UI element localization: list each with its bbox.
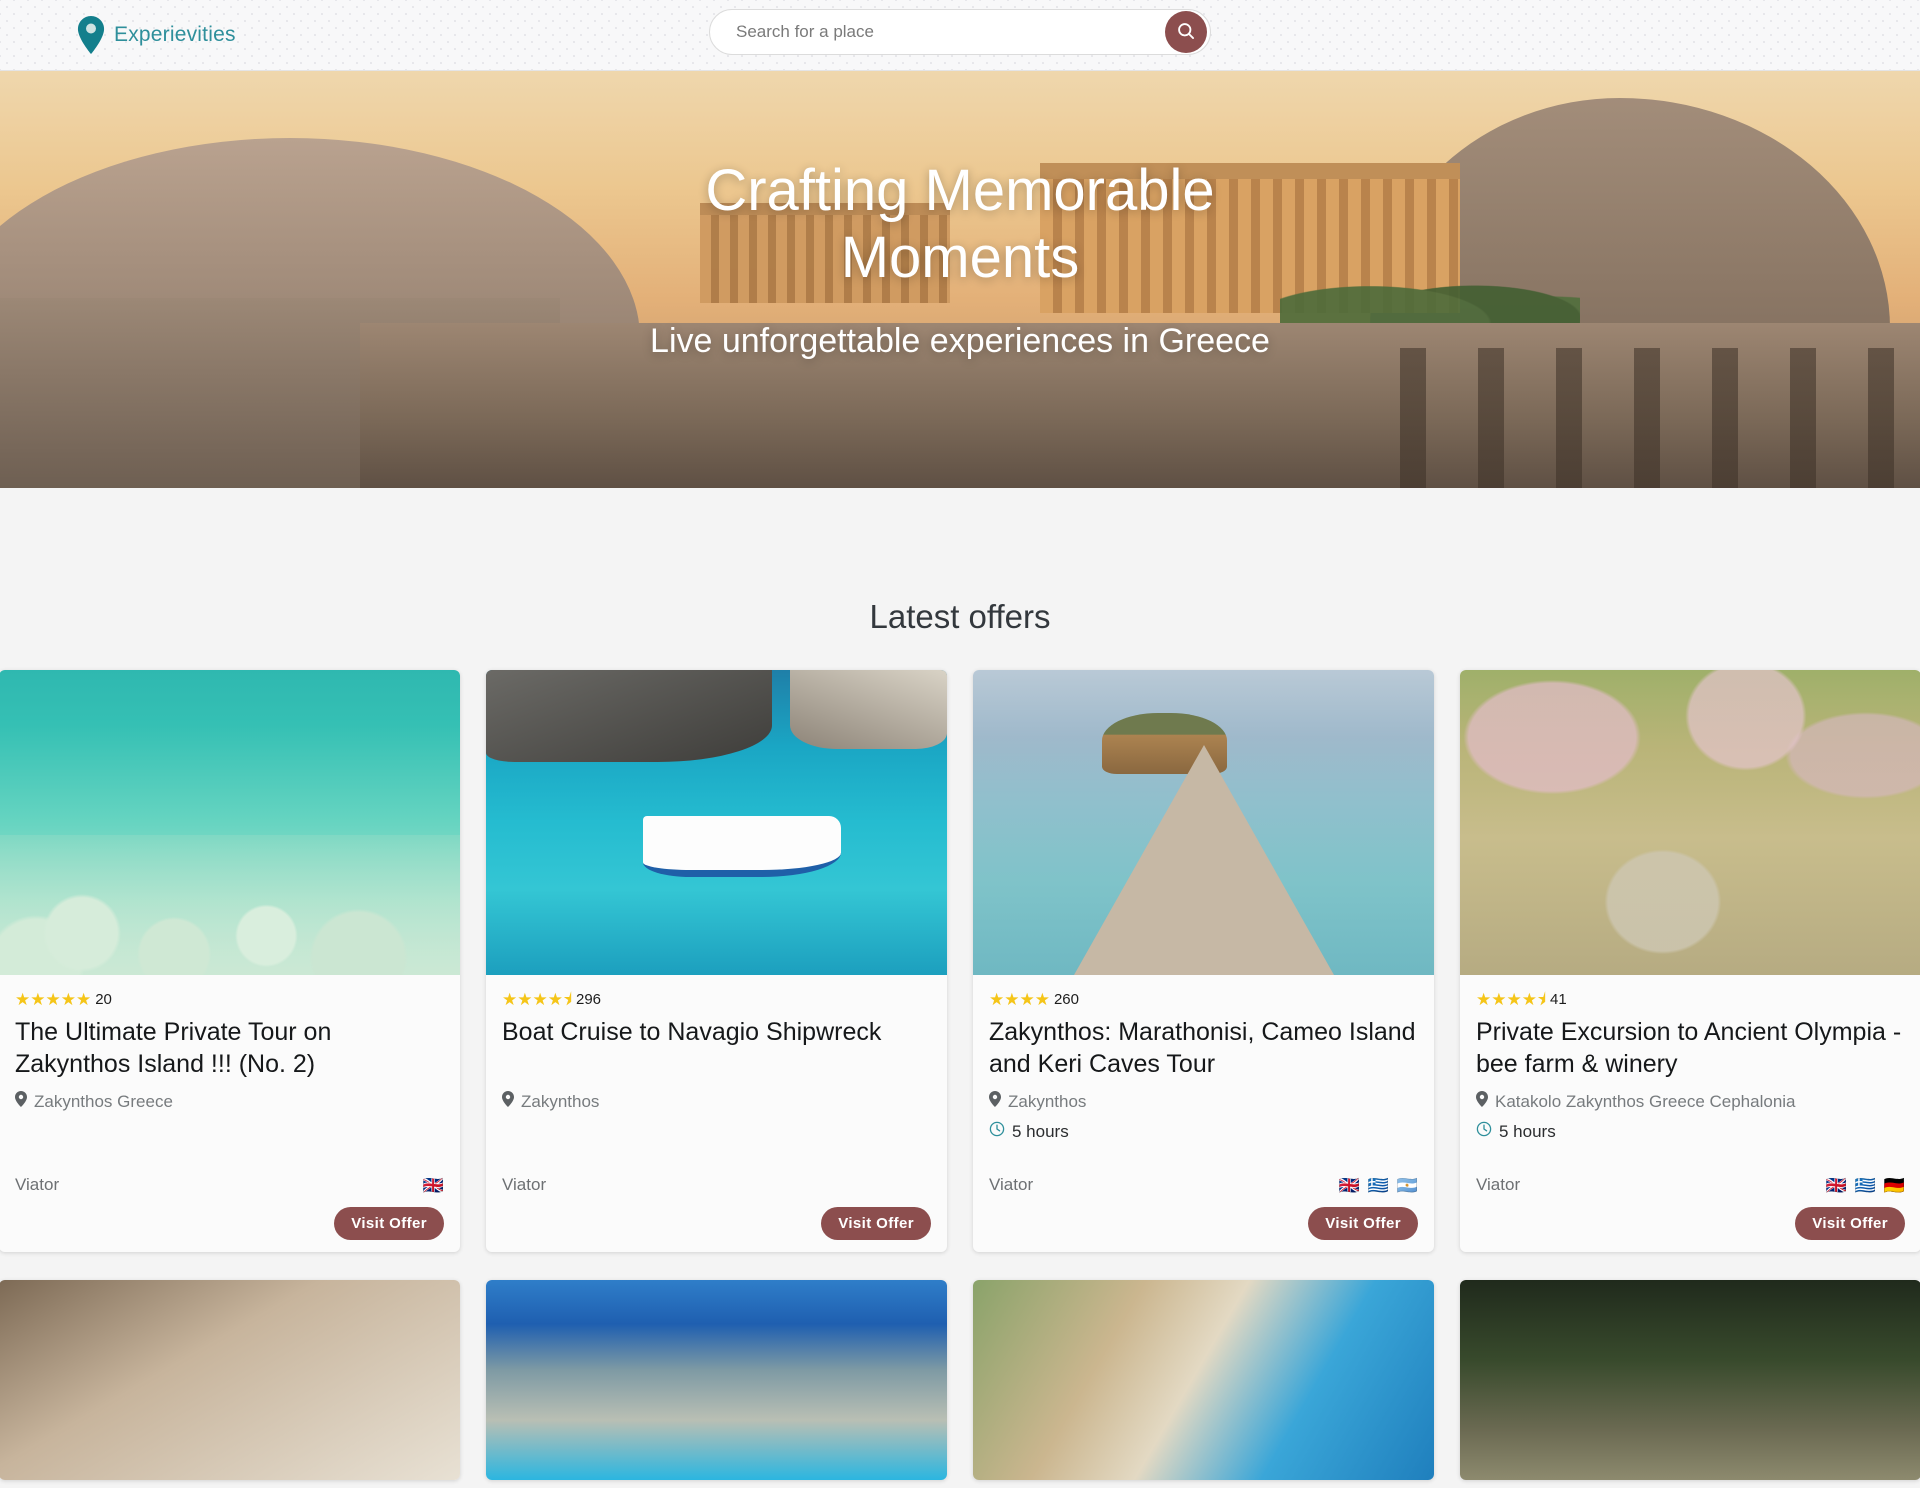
visit-offer-button[interactable]: Visit Offer <box>1308 1207 1418 1240</box>
offer-location: Zakynthos <box>989 1091 1418 1112</box>
location-pin-icon <box>989 1091 1001 1112</box>
visit-offer-button[interactable]: Visit Offer <box>334 1207 444 1240</box>
provider-row: Viator 🇬🇧 🇬🇷 🇩🇪 <box>1476 1175 1905 1195</box>
flag-greece-icon: 🇬🇷 <box>1367 1175 1389 1195</box>
provider-row: Viator 🇬🇧 <box>15 1175 444 1195</box>
offer-card[interactable]: ★★★★⯨ 41 Private Excursion to Ancient Ol… <box>1460 670 1920 1252</box>
offer-title: Zakynthos: Marathonisi, Cameo Island and… <box>989 1018 1416 1078</box>
offer-duration: 5 hours <box>989 1121 1418 1142</box>
offer-image <box>486 670 947 975</box>
offers-grid-row2 <box>0 1280 1920 1480</box>
provider-name: Viator <box>502 1175 547 1194</box>
flag-uk-icon: 🇬🇧 <box>1338 1175 1360 1195</box>
offer-title: Private Excursion to Ancient Olympia - b… <box>1476 1018 1902 1078</box>
offer-body: ★★★★ 260 Zakynthos: Marathonisi, Cameo I… <box>973 975 1434 1252</box>
flag-germany-icon: 🇩🇪 <box>1883 1175 1905 1195</box>
rating-row: ★★★★⯨ 296 <box>502 991 931 1008</box>
offer-title: The Ultimate Private Tour on Zakynthos I… <box>15 1018 332 1078</box>
provider-name: Viator <box>15 1175 60 1194</box>
location-text: Zakynthos Greece <box>34 1091 173 1111</box>
star-rating-icon: ★★★★ <box>989 990 1050 1009</box>
review-count: 260 <box>1053 991 1079 1008</box>
provider-row: Viator 🇬🇧 🇬🇷 🇦🇷 <box>989 1175 1418 1195</box>
language-flags: 🇬🇧 <box>422 1175 444 1195</box>
location-pin-icon <box>15 1091 27 1112</box>
rating-row: ★★★★★ 20 <box>15 991 444 1008</box>
offer-location: Zakynthos <box>502 1091 931 1112</box>
flag-uk-icon: 🇬🇧 <box>1825 1175 1847 1195</box>
visit-offer-button[interactable]: Visit Offer <box>1795 1207 1905 1240</box>
language-flags: 🇬🇧 🇬🇷 🇩🇪 <box>1825 1177 1905 1194</box>
provider-name: Viator <box>989 1175 1034 1194</box>
map-pin-icon <box>76 16 106 54</box>
duration-text: 5 hours <box>1499 1121 1556 1141</box>
search-input[interactable] <box>710 22 1165 42</box>
location-text: Katakolo Zakynthos Greece Cephalonia <box>1495 1091 1796 1111</box>
provider-name: Viator <box>1476 1175 1521 1194</box>
location-text: Zakynthos <box>1008 1091 1087 1111</box>
hero-title: Crafting Memorable Moments <box>705 158 1215 291</box>
search-bar[interactable] <box>709 9 1211 55</box>
offer-image <box>1460 670 1920 975</box>
offer-location: Katakolo Zakynthos Greece Cephalonia <box>1476 1091 1905 1112</box>
rating-row: ★★★★ 260 <box>989 991 1418 1008</box>
rating-row: ★★★★⯨ 41 <box>1476 991 1905 1008</box>
offer-body: ★★★★⯨ 296 Boat Cruise to Navagio Shipwre… <box>486 975 947 1252</box>
provider-row: Viator <box>502 1175 931 1195</box>
star-rating-icon: ★★★★⯨ <box>1476 990 1546 1009</box>
logo-text: Experievities <box>114 23 236 46</box>
offer-image <box>973 670 1434 975</box>
offer-card[interactable]: ★★★★⯨ 296 Boat Cruise to Navagio Shipwre… <box>486 670 947 1252</box>
hero-text-block: Crafting Memorable Moments Live unforget… <box>0 71 1920 488</box>
offer-location: Zakynthos Greece <box>15 1091 444 1112</box>
clock-icon <box>989 1121 1005 1142</box>
flag-greece-icon: 🇬🇷 <box>1854 1175 1876 1195</box>
offer-image <box>0 670 460 975</box>
offer-card[interactable] <box>1460 1280 1920 1480</box>
offer-card[interactable] <box>486 1280 947 1480</box>
flag-argentina-icon: 🇦🇷 <box>1396 1175 1418 1195</box>
review-count: 296 <box>575 991 602 1008</box>
offer-card[interactable]: ★★★★ 260 Zakynthos: Marathonisi, Cameo I… <box>973 670 1434 1252</box>
search-button[interactable] <box>1165 11 1207 53</box>
star-rating-icon: ★★★★⯨ <box>502 990 572 1009</box>
offer-card[interactable] <box>973 1280 1434 1480</box>
location-pin-icon <box>502 1091 514 1112</box>
review-count: 20 <box>95 991 112 1008</box>
offer-body: ★★★★⯨ 41 Private Excursion to Ancient Ol… <box>1460 975 1920 1252</box>
main-content: Latest offers ★★★★★ 20 The Ultimate Priv… <box>0 488 1920 1480</box>
offer-image <box>973 1280 1434 1480</box>
star-rating-icon: ★★★★★ <box>15 990 92 1009</box>
offers-grid-row1: ★★★★★ 20 The Ultimate Private Tour on Za… <box>0 670 1920 1252</box>
language-flags: 🇬🇧 🇬🇷 🇦🇷 <box>1338 1177 1418 1194</box>
offer-image <box>0 1280 460 1480</box>
location-pin-icon <box>1476 1091 1488 1112</box>
hero-subtitle: Live unforgettable experiences in Greece <box>650 321 1270 360</box>
offer-image <box>486 1280 947 1480</box>
site-header: Experievities <box>0 0 1920 71</box>
review-count: 41 <box>1549 991 1567 1008</box>
visit-offer-button[interactable]: Visit Offer <box>821 1207 931 1240</box>
page-title: Latest offers <box>869 598 1051 635</box>
duration-text: 5 hours <box>1012 1121 1069 1141</box>
clock-icon <box>1476 1121 1492 1142</box>
offer-title: Boat Cruise to Navagio Shipwreck <box>502 1018 882 1046</box>
search-icon <box>1176 21 1196 44</box>
logo[interactable]: Experievities <box>76 16 236 54</box>
hero-banner: Crafting Memorable Moments Live unforget… <box>0 71 1920 488</box>
offer-body: ★★★★★ 20 The Ultimate Private Tour on Za… <box>0 975 460 1252</box>
location-text: Zakynthos <box>521 1091 600 1111</box>
offer-card[interactable] <box>0 1280 460 1480</box>
offer-image <box>1460 1280 1920 1480</box>
offer-duration: 5 hours <box>1476 1121 1905 1142</box>
offer-card[interactable]: ★★★★★ 20 The Ultimate Private Tour on Za… <box>0 670 460 1252</box>
